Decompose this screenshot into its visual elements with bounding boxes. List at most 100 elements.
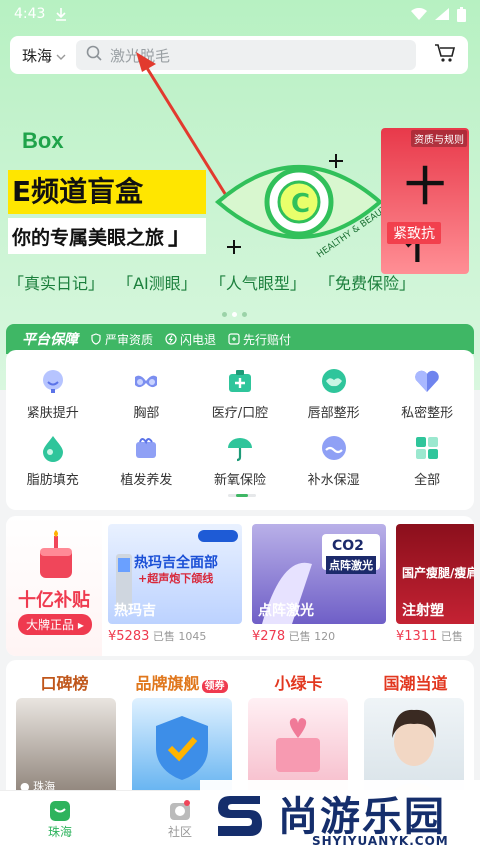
product-overlay-title: 国产瘦腿/瘦肩 xyxy=(402,566,474,580)
tab-label: 社区 xyxy=(167,825,192,839)
guarantee-item: 严审资质 xyxy=(90,331,153,348)
product-price-row: ¥1311 已售 xyxy=(396,628,474,644)
signal-icon xyxy=(435,8,449,20)
cart-icon[interactable] xyxy=(434,43,456,67)
umbrella-icon xyxy=(225,433,255,463)
water-icon xyxy=(319,433,349,463)
pagination-dot xyxy=(242,312,247,317)
subsidy-product-card[interactable]: CO2 点阵激光 点阵激光 ¥278 已售 120 xyxy=(252,524,386,644)
product-sold: 已售 120 xyxy=(288,630,336,643)
eye-letter: C xyxy=(291,189,310,219)
category-label: 医疗/口腔 xyxy=(211,406,269,421)
subsidy-entry[interactable]: 十亿补贴 大牌正品 ▸ xyxy=(6,516,102,656)
gift-cake-icon xyxy=(40,530,72,578)
subsidy-product-card[interactable]: 国产瘦腿/瘦肩 注射塑 ¥1311 已售 xyxy=(396,524,474,644)
category-lips[interactable]: 唇部整形 xyxy=(287,366,381,421)
rank-tab-brand[interactable]: 品牌旗舰 领券 xyxy=(123,670,240,694)
subsidy-badge-label: 大牌正品 xyxy=(26,618,75,632)
product-image: CO2 点阵激光 点阵激光 xyxy=(252,524,386,624)
watermark-logo-icon xyxy=(218,796,262,836)
city-selector[interactable]: 珠海 xyxy=(22,45,66,66)
compensation-icon xyxy=(228,333,240,345)
status-bar: 4:43 xyxy=(0,0,480,28)
banner-title: E频道盲盒 xyxy=(8,170,206,214)
category-all[interactable]: 全部 xyxy=(380,433,474,488)
product-overlay-sub: 点阵激光 xyxy=(326,556,376,574)
category-private[interactable]: 私密整形 xyxy=(380,366,474,421)
category-insurance[interactable]: 新氧保险 xyxy=(193,433,287,488)
side-card-big-text: 十亻 xyxy=(405,164,445,268)
banner-tag: 「免费保险」 xyxy=(318,274,415,293)
banner-subtitle: 你的专属美眼之旅」 xyxy=(8,218,206,254)
medical-kit-icon xyxy=(225,366,255,396)
product-name: 热玛吉 xyxy=(114,603,156,619)
rank-card-reputation[interactable]: ● 珠海 xyxy=(16,698,116,798)
product-overlay-title: 热玛吉全面部 xyxy=(134,555,218,571)
category-label: 胸部 xyxy=(133,406,160,421)
banner-tag: 「人气眼型」 xyxy=(209,274,306,293)
grid-icon xyxy=(412,433,442,463)
eye-illustration-icon: C HEALTHY & BEAUTY xyxy=(214,154,384,260)
product-price-row: ¥278 已售 120 xyxy=(252,628,386,644)
pagination-dot xyxy=(222,312,227,317)
tab-label: 珠海 xyxy=(47,825,72,839)
lips-icon xyxy=(319,366,349,396)
product-sold: 已售 xyxy=(440,630,463,643)
category-face-lift[interactable]: 紧肤提升 xyxy=(6,366,100,421)
category-scroll-indicator xyxy=(228,494,256,497)
category-grid: 紧肤提升 胸部 医疗/口腔 唇部整形 私密整形 脂肪填充 植发养发 新氧保险 补… xyxy=(6,350,474,510)
product-image: 热玛吉全面部 +超声炮下颌线 热玛吉 xyxy=(108,524,242,624)
category-medical[interactable]: 医疗/口腔 xyxy=(193,366,287,421)
product-price: 1311 xyxy=(404,629,438,644)
hair-icon xyxy=(131,433,161,463)
category-hair[interactable]: 植发养发 xyxy=(100,433,194,488)
banner-box-word: Box xyxy=(22,128,64,153)
chevron-down-icon xyxy=(56,46,66,64)
side-card-badge: 紧致抗 xyxy=(387,222,441,244)
rank-tab-green-card[interactable]: 小绿卡 xyxy=(240,670,357,694)
download-icon xyxy=(55,7,67,21)
banner-tags: 「真实日记」 「AI测眼」 「人气眼型」 「免费保险」 xyxy=(8,270,423,294)
search-bar: 珠海 激光脱毛 xyxy=(10,36,468,74)
banner-subtitle-bracket: 」 xyxy=(168,222,193,250)
wifi-icon xyxy=(411,8,427,20)
guarantee-title: 平台保障 xyxy=(22,332,78,348)
banner-tag: 「真实日记」 xyxy=(8,274,105,293)
rank-tab-reputation[interactable]: 口碑榜 xyxy=(6,670,123,694)
watermark-url: SHYIYUANYK.COM xyxy=(312,834,449,848)
guarantee-item: 闪电退 xyxy=(165,331,216,348)
heart-icon xyxy=(412,366,442,396)
category-hydrating[interactable]: 补水保湿 xyxy=(287,433,381,488)
tab-home[interactable]: 珠海 xyxy=(30,797,90,840)
category-fat-filling[interactable]: 脂肪填充 xyxy=(6,433,100,488)
subsidy-badge[interactable]: 大牌正品 ▸ xyxy=(18,614,92,635)
banner-subtitle-text: 你的专属美眼之旅 xyxy=(12,227,165,249)
pagination-dot-active xyxy=(232,312,237,317)
search-input[interactable]: 激光脱毛 xyxy=(76,40,417,70)
camera-icon xyxy=(170,800,190,820)
category-chest[interactable]: 胸部 xyxy=(100,366,194,421)
search-placeholder: 激光脱毛 xyxy=(110,46,171,65)
category-label: 唇部整形 xyxy=(307,406,360,421)
subsidy-product-card[interactable]: 热玛吉全面部 +超声炮下颌线 热玛吉 ¥5283 已售 1045 xyxy=(108,524,242,644)
category-label: 私密整形 xyxy=(401,406,454,421)
lightning-icon xyxy=(165,333,177,345)
droplet-icon xyxy=(38,433,68,463)
subsidy-title: 十亿补贴 xyxy=(18,590,90,611)
rank-tab-guochao[interactable]: 国潮当道 xyxy=(357,670,474,694)
banner-next-card[interactable]: 资质与规则 十亻 紧致抗 xyxy=(381,128,469,274)
product-overlay-sub: +超声炮下颌线 xyxy=(138,572,214,585)
product-overlay-title: CO2 xyxy=(332,538,364,554)
category-label: 脂肪填充 xyxy=(26,473,79,488)
face-lift-icon xyxy=(38,366,68,396)
guarantee-item-label: 闪电退 xyxy=(180,332,217,347)
product-price: 278 xyxy=(260,629,286,644)
qualification-link[interactable]: 资质与规则 xyxy=(411,130,467,147)
category-label: 全部 xyxy=(414,473,441,488)
shield-icon xyxy=(91,333,101,345)
battery-icon xyxy=(457,6,466,22)
site-watermark: 尚游乐园 SHYIYUANYK.COM xyxy=(200,780,480,855)
bra-icon xyxy=(131,366,161,396)
promo-banner[interactable]: Box E频道盲盒 你的专属美眼之旅」 C HEALTHY & BEAUTY 「… xyxy=(0,118,480,308)
coupon-tag: 领券 xyxy=(201,680,228,693)
